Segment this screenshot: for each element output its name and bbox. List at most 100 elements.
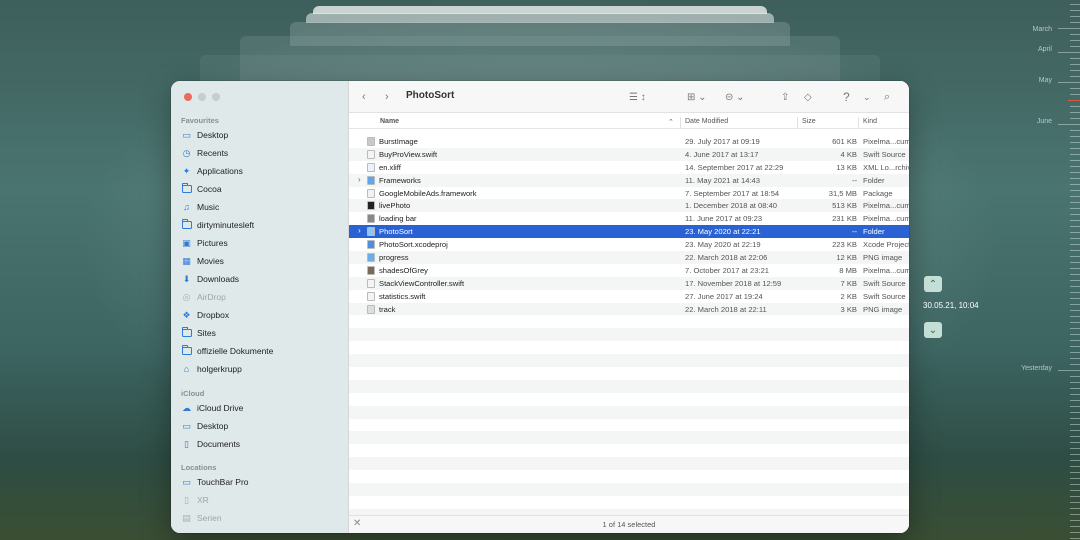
timeline-tick [1070,136,1080,137]
file-row[interactable]: StackViewController.swift 17. November 20… [349,276,909,290]
column-kind[interactable]: Kind [863,118,877,125]
sidebar-item-downloads[interactable]: ⬇ Downloads [181,271,239,287]
timeline-tick [1070,4,1080,5]
disclosure-chevron-icon[interactable]: › [358,175,361,184]
sidebar-item-dirtyminutesleft[interactable]: dirtyminutesleft [181,217,254,233]
timeline-tick [1070,70,1080,71]
timeline-tick [1070,412,1080,413]
sidebar-item-desktop[interactable]: ▭ Desktop [181,127,228,143]
sidebar-item-xr[interactable]: ▯ XR [181,492,209,508]
action-button[interactable]: ⊝ ⌄ [725,88,745,106]
sidebar-item-airdrop[interactable]: ◎ AirDrop [181,289,226,305]
sidebar-item-applications[interactable]: ✦ Applications [181,163,243,179]
sidebar-item-sites[interactable]: Sites [181,325,216,341]
sidebar-item-touchbar-pro[interactable]: ▭ TouchBar Pro [181,474,248,490]
timeline-tick [1070,520,1080,521]
timeline-tick [1070,502,1080,503]
sidebar-item-cocoa[interactable]: Cocoa [181,181,222,197]
timeline-tick [1070,274,1080,275]
file-kind: Swift Source [863,149,906,159]
sidebar-item-dropbox[interactable]: ❖ Dropbox [181,307,229,323]
file-row[interactable]: track 22. March 2018 at 22:11 3 KB PNG imag… [349,302,909,316]
file-row[interactable]: GoogleMobileAds.framework 7. September 20… [349,187,909,200]
sidebar-item-movies[interactable]: ▦ Movies [181,253,224,269]
file-row[interactable]: › Frameworks 11. May 2021 at 14:43 -- Folder [349,173,909,187]
sidebar-item-label: Pictures [197,238,228,248]
file-date: 23. May 2020 at 22:19 [685,240,761,250]
file-icon [367,201,375,211]
question-icon: ? [843,90,850,104]
timeline-tick [1070,256,1080,257]
timeline-tick [1070,10,1080,11]
sidebar-item-music[interactable]: ♫ Music [181,199,219,215]
file-row[interactable]: BuyProView.swift 4. June 2017 at 13:17 4 K… [349,147,909,161]
forward-button[interactable]: › [385,88,389,106]
timeline-tick [1070,142,1080,143]
view-options-button[interactable]: ☰ ↕ [629,88,646,106]
sidebar-item-documents[interactable]: ▯ Documents [181,436,240,452]
sidebar-item-offizielle-dokumente[interactable]: offizielle Dokumente [181,343,273,359]
backup-timeline[interactable]: March April May June Yesterday [1020,0,1080,540]
column-size[interactable]: Size [802,118,816,125]
column-date[interactable]: Date Modified [685,118,728,125]
timeline-label[interactable]: May [1039,77,1052,84]
timeline-tick [1070,508,1080,509]
sidebar-item-holgerkrupp[interactable]: ⌂ holgerkrupp [181,361,242,377]
empty-row [349,483,909,496]
timeline-tick [1058,82,1080,83]
sidebar-item-serien[interactable]: ▤ Serien [181,510,221,526]
sidebar-item-recents[interactable]: ◷ Recents [181,145,229,161]
close-button[interactable] [184,93,192,101]
sidebar-item-label: Music [197,202,220,212]
file-icon [367,188,375,198]
timeline-label[interactable]: April [1038,46,1052,53]
timeline-label[interactable]: March [1033,26,1052,33]
file-row[interactable]: statistics.swift 27. June 2017 at 19:24 2 … [349,290,909,303]
file-date: 7. October 2017 at 23:21 [685,265,770,275]
backup-window-stack [306,13,774,23]
tag-button[interactable]: ◇ [804,88,812,106]
timeline-label[interactable]: Yesterday [1021,365,1052,372]
search-button[interactable]: ⌕ [884,88,890,106]
file-icon [367,291,375,301]
timeline-label[interactable]: June [1037,118,1052,125]
sidebar-item-icloud-drive[interactable]: ☁ iCloud Drive [181,400,243,416]
file-date: 17. November 2018 at 12:59 [685,278,782,288]
sidebar-item-pictures[interactable]: ▣ Pictures [181,235,228,251]
backup-window-stack[interactable] [313,6,767,14]
file-row[interactable]: progress 22. March 2018 at 22:06 12 KB PNG … [349,251,909,264]
file-size: 2 KB [840,291,857,301]
group-button[interactable]: ⊞ ⌄ [687,88,707,106]
file-row[interactable]: loading bar 11. June 2017 at 09:23 231 KB P… [349,212,909,225]
folder-icon [181,345,192,356]
chevron-down-icon: ⌄ [863,91,871,102]
file-row[interactable]: BurstImage 29. July 2017 at 09:19 601 KB Pi… [349,135,909,148]
share-button[interactable]: ⇪ [781,88,789,106]
disclosure-chevron-icon[interactable]: › [358,226,361,235]
file-row[interactable]: livePhoto 1. December 2018 at 08:40 513 KB… [349,199,909,213]
folder-icon [181,327,192,338]
timeline-tick [1070,190,1080,191]
column-name[interactable]: Name [380,118,399,125]
file-size: 223 KB [832,240,857,250]
file-row[interactable]: › PhotoSort 23. May 2020 at 22:21 -- Folder [349,225,909,239]
backup-down-button[interactable]: ⌄ [924,322,942,338]
empty-row [349,470,909,483]
file-row[interactable]: PhotoSort.xcodeproj 23. May 2020 at 22:19… [349,238,909,251]
timeline-tick [1070,298,1080,299]
file-row[interactable]: shadesOfGrey 7. October 2017 at 23:21 8 MB… [349,264,909,277]
minimize-button[interactable] [198,93,206,101]
backup-up-button[interactable]: ⌃ [924,276,942,292]
help-button[interactable]: ? [843,88,850,106]
chevron-right-icon: › [385,91,389,103]
file-row[interactable]: en.xliff 14. September 2017 at 22:29 13 KB… [349,161,909,174]
zoom-button[interactable] [212,93,220,101]
timeline-tick [1070,268,1080,269]
back-button[interactable]: ‹ [362,88,366,106]
sidebar-item-desktop[interactable]: ▭ Desktop [181,418,228,434]
file-icon [367,304,375,314]
more-button[interactable]: ⌄ [863,88,871,106]
phone-icon: ▯ [184,494,189,505]
timeline-tick [1058,52,1080,53]
timeline-tick [1070,466,1080,467]
